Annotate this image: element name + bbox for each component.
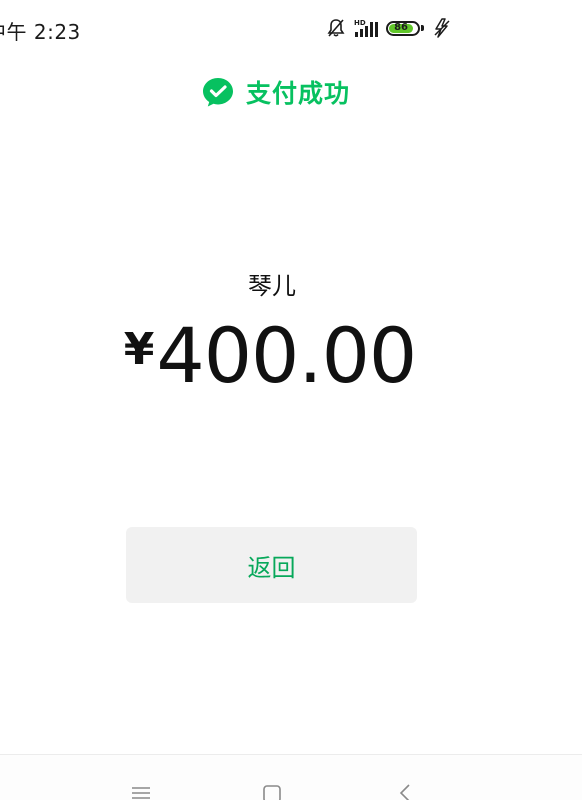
back-arrow-icon[interactable] xyxy=(394,783,418,800)
menu-icon[interactable] xyxy=(129,783,153,800)
battery-level: 86 xyxy=(389,23,414,33)
payment-success-screen: 中午 2:23 HD xyxy=(0,0,582,800)
amount-value: 400.00 xyxy=(156,311,417,400)
charging-icon xyxy=(433,18,451,38)
hd-signal-icon: HD xyxy=(353,18,379,38)
status-bar: 中午 2:23 HD xyxy=(0,0,582,58)
battery-icon: 86 xyxy=(386,19,426,37)
system-nav-bar xyxy=(0,754,582,800)
back-button[interactable]: 返回 xyxy=(126,527,417,603)
success-header: 支付成功 xyxy=(0,74,582,110)
success-title: 支付成功 xyxy=(245,79,350,108)
svg-text:HD: HD xyxy=(354,19,366,27)
notifications-off-icon xyxy=(326,18,346,38)
home-icon[interactable] xyxy=(260,783,284,800)
payment-amount: ¥ 400.00 xyxy=(0,318,540,394)
status-time: 中午 2:23 xyxy=(0,20,81,44)
wechat-pay-check-icon xyxy=(202,76,234,108)
status-icons: HD 86 xyxy=(326,16,451,40)
currency-symbol: ¥ xyxy=(123,324,155,375)
payee-name: 琴儿 xyxy=(248,272,296,300)
